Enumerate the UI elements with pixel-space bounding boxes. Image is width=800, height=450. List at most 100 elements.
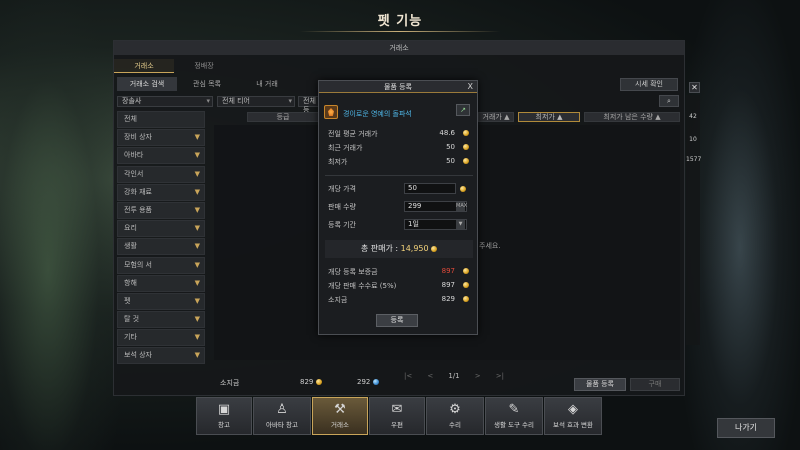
category-label: 아바타 <box>124 151 144 160</box>
side-count: 42 <box>689 113 697 120</box>
dock-label: 아바타 창고 <box>266 421 298 429</box>
column-header-unit-price[interactable]: 거래가 ▲ <box>478 112 514 122</box>
exit-button[interactable]: 나가기 <box>717 418 775 438</box>
dock-gem-convert-button[interactable]: ◈ 보석 효과 변환 <box>544 397 602 435</box>
chevron-down-icon: ▼ <box>194 169 200 178</box>
category-item[interactable]: 기타 ▼ <box>117 329 205 347</box>
category-item[interactable]: 요리 ▼ <box>117 220 205 238</box>
category-label: 보석 상자 <box>124 351 152 360</box>
quantity-value: 299 <box>408 202 422 210</box>
price-row: 전일 평균 거래가 48.6 <box>328 129 471 139</box>
dock-label: 수리 <box>449 421 461 429</box>
max-quantity-button[interactable]: MAX <box>456 202 467 211</box>
quantity-stepper[interactable]: 299 MAX <box>404 201 467 212</box>
dock-repair-button[interactable]: ⚙ 수리 <box>426 397 484 435</box>
category-item[interactable]: 강화 재료 ▼ <box>117 183 205 201</box>
dialog-header: 물품 등록 X <box>319 81 477 93</box>
column-header-remaining[interactable]: 최저가 남은 수량 ▲ <box>584 112 680 122</box>
category-label: 장비 상자 <box>124 133 152 142</box>
pagination: |< < 1/1 > >| <box>404 372 504 380</box>
category-item[interactable]: 펫 ▼ <box>117 292 205 310</box>
price-row-label: 최근 거래가 <box>328 144 363 152</box>
tier-filter-value: 전체 티어 <box>222 97 250 105</box>
column-header-grade[interactable]: 등급 <box>247 112 319 122</box>
page-indicator: 1/1 <box>448 372 460 380</box>
category-item[interactable]: 전투 용품 ▼ <box>117 201 205 219</box>
column-header-label: 최저가 남은 수량 <box>603 113 653 121</box>
category-item[interactable]: 항해 ▼ <box>117 274 205 292</box>
chevron-down-icon: ▾ <box>288 97 292 105</box>
fee-row: 개당 판매 수수료 (5%) 897 <box>328 281 471 291</box>
category-item[interactable]: 장비 상자 ▼ <box>117 129 205 147</box>
last-page-button[interactable]: >| <box>496 372 504 380</box>
side-count: 10 <box>689 136 697 143</box>
total-label: 총 판매가 : <box>360 244 399 253</box>
close-icon[interactable]: ✕ <box>689 82 700 93</box>
dock-exchange-button[interactable]: ⚒ 거래소 <box>312 397 368 435</box>
mail-icon: ✉ <box>391 402 403 417</box>
category-item[interactable]: 전체 <box>117 111 205 128</box>
tab-exchange[interactable]: 거래소 <box>114 59 174 73</box>
fee-value: 829 <box>441 295 455 303</box>
category-label: 전투 용품 <box>124 205 152 214</box>
tier-filter-select[interactable]: 전체 티어 ▾ <box>217 96 295 107</box>
search-button[interactable]: ⌕ <box>659 95 679 107</box>
tab-my-trades[interactable]: 내 거래 <box>237 77 297 91</box>
chevron-down-icon: ▼ <box>194 133 200 142</box>
chevron-down-icon: ▼ <box>194 242 200 251</box>
dock-mail-button[interactable]: ✉ 우편 <box>369 397 425 435</box>
tool-repair-icon: ✎ <box>508 402 520 417</box>
chest-icon: ▣ <box>217 402 231 417</box>
title-divider <box>300 31 500 32</box>
price-trend-button[interactable]: ↗ <box>456 104 470 116</box>
avatar-chest-icon: ♙ <box>276 402 288 417</box>
chevron-down-icon: ▼ <box>194 333 200 342</box>
category-item[interactable]: 모험의 서 ▼ <box>117 256 205 274</box>
unit-price-input[interactable]: 50 <box>404 183 456 194</box>
chevron-down-icon: ▼ <box>194 296 200 305</box>
item-icon <box>324 105 338 119</box>
category-select[interactable]: 장솔사 ▾ <box>117 96 213 107</box>
category-item[interactable]: 각인서 ▼ <box>117 165 205 183</box>
period-value: 1일 <box>408 220 419 228</box>
price-row-value: 48.6 <box>439 129 455 137</box>
sort-icon: ▲ <box>557 113 563 121</box>
wallet-gold: 829 <box>300 378 322 386</box>
dock-label: 우편 <box>391 421 403 429</box>
top-tabs: 거래소 정배장 <box>114 59 234 73</box>
chevron-down-icon: ▼ <box>194 205 200 214</box>
sub-tabs: 거래소 검색 관심 목록 내 거래 <box>117 77 297 91</box>
category-item[interactable]: 아바타 ▼ <box>117 147 205 165</box>
column-header-lowest-price[interactable]: 최저가 ▲ <box>518 112 580 122</box>
category-item[interactable]: 생활 ▼ <box>117 238 205 256</box>
tab-market[interactable]: 정배장 <box>174 59 234 73</box>
fee-value: 897 <box>441 281 455 289</box>
fee-value: 897 <box>441 267 455 275</box>
tab-exchange-search[interactable]: 거래소 검색 <box>117 77 177 91</box>
gold-coin-icon <box>431 245 438 252</box>
market-price-button[interactable]: 시세 확인 <box>620 78 678 91</box>
price-row-label: 전일 평균 거래가 <box>328 130 378 138</box>
period-select[interactable]: 1일 ▼ <box>404 219 467 230</box>
tab-watchlist[interactable]: 관심 목록 <box>177 77 237 91</box>
period-label: 등록 기간 <box>328 221 356 229</box>
category-item[interactable]: 보석 상자 ▼ <box>117 347 205 365</box>
price-row-value: 50 <box>446 143 455 151</box>
sort-icon: ▲ <box>655 113 661 121</box>
dock-avatar-storage-button[interactable]: ♙ 아바타 창고 <box>253 397 311 435</box>
dock-tool-repair-button[interactable]: ✎ 생활 도구 수리 <box>485 397 543 435</box>
category-label: 생활 <box>124 242 137 251</box>
close-icon[interactable]: X <box>468 81 473 93</box>
gold-coin-icon <box>463 158 469 164</box>
register-button[interactable]: 등록 <box>376 314 418 327</box>
first-page-button[interactable]: |< <box>404 372 412 380</box>
next-page-button[interactable]: > <box>475 372 481 380</box>
dock-storage-button[interactable]: ▣ 창고 <box>196 397 252 435</box>
buy-button[interactable]: 구매 <box>630 378 680 391</box>
category-item[interactable]: 탈 것 ▼ <box>117 311 205 329</box>
panel-header: 거래소 <box>114 41 684 55</box>
column-header-label: 최저가 <box>535 113 555 121</box>
prev-page-button[interactable]: < <box>427 372 433 380</box>
item-register-button[interactable]: 물품 등록 <box>574 378 626 391</box>
fee-row: 소지금 829 <box>328 295 471 305</box>
